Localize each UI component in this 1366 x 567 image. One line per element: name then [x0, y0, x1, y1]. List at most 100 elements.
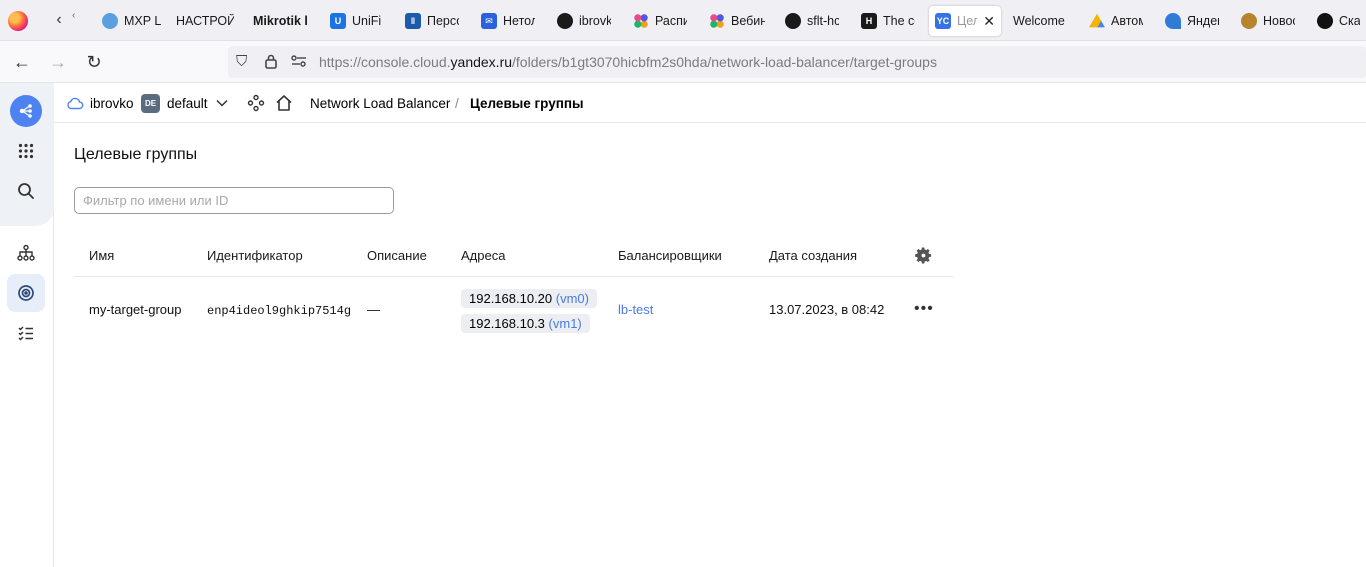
cell-name[interactable]: my-target-group [89, 302, 181, 317]
tab-label: Персо [427, 14, 459, 28]
tab-label: Нетол [503, 14, 535, 28]
tab-label: Распи [655, 14, 687, 28]
tab-label: Автом [1111, 14, 1143, 28]
all-services-grid-icon[interactable] [7, 132, 45, 170]
address-vm-link[interactable]: (vm0) [556, 291, 589, 306]
tab-label: MXP L [124, 14, 162, 28]
column-header-addresses[interactable]: Адреса [461, 236, 505, 276]
forward-arrow-icon[interactable]: → [46, 50, 70, 74]
tab-label: Новос [1263, 14, 1295, 28]
column-header-balancers[interactable]: Балансировщики [618, 236, 722, 276]
browser-tab[interactable]: Mikrotik l [247, 6, 313, 36]
eagle-icon [1241, 13, 1257, 29]
url-prefix: https://console.cloud. [319, 54, 451, 70]
tab-scroll-left-icon[interactable]: ‹ [48, 8, 70, 32]
network-topology-icon[interactable] [7, 234, 45, 272]
home-icon[interactable] [275, 83, 293, 123]
chevron-down-icon [216, 99, 228, 107]
tab-label: Яндек [1187, 14, 1219, 28]
back-arrow-icon[interactable]: ← [10, 50, 34, 74]
tab-label: НАСТРОЙ [176, 14, 234, 28]
browser-tab[interactable]: Яндек [1159, 6, 1225, 36]
checklist-icon[interactable] [7, 314, 45, 352]
firefox-icon[interactable] [8, 11, 28, 31]
breadcrumb-current: Целевые группы [470, 95, 584, 111]
browser-toolbar: ← → ↻ ⛉ https://console.cloud.yandex.ru/… [0, 41, 1366, 83]
column-header-name[interactable]: Имя [89, 236, 114, 276]
service-hub-icon[interactable] [247, 83, 265, 123]
cloud-icon [67, 97, 84, 110]
search-icon[interactable] [7, 172, 45, 210]
unifi-icon: U [330, 13, 346, 29]
column-header-created[interactable]: Дата создания [769, 236, 857, 276]
reload-icon[interactable]: ↻ [82, 50, 106, 74]
page-title: Целевые группы [74, 146, 198, 163]
gdrive-icon [1089, 13, 1105, 28]
table-settings-gear-icon[interactable] [914, 236, 933, 276]
header-divider [74, 276, 954, 277]
tab-label: Mikrotik l [253, 14, 307, 28]
yandex-icon [1165, 13, 1181, 29]
console-header: ibrovko DE default Network Load Balancer… [54, 83, 1366, 123]
url-bar[interactable]: ⛉ https://console.cloud.yandex.ru/folder… [228, 46, 1366, 78]
browser-tab-active[interactable]: YC Цел ✕ [929, 6, 1001, 36]
address-chip: 192.168.10.3 (vm1) [461, 314, 590, 333]
cell-balancer-link[interactable]: lb-test [618, 302, 653, 317]
breadcrumb-service-link[interactable]: Network Load Balancer [310, 83, 450, 123]
browser-tab[interactable]: ✉ Нетол [475, 6, 541, 36]
browser-tab[interactable]: НАСТРОЙ [170, 6, 240, 36]
cloud-name: ibrovko [90, 95, 134, 111]
address-vm-link[interactable]: (vm1) [549, 316, 582, 331]
folder-name: default [167, 95, 208, 111]
yc-icon: YC [935, 13, 951, 29]
tab-label: Цел [957, 14, 978, 28]
row-actions-ellipsis-icon[interactable]: ••• [914, 300, 934, 318]
browser-tab[interactable]: Новос [1235, 6, 1301, 36]
wave-icon: ‖ [405, 13, 421, 29]
url-text[interactable]: https://console.cloud.yandex.ru/folders/… [319, 54, 937, 70]
breadcrumb-separator: / [455, 95, 459, 111]
tab-label: The co [883, 14, 915, 28]
shield-icon[interactable]: ⛉ [236, 53, 247, 70]
url-domain: yandex.ru [450, 54, 513, 70]
address-ip: 192.168.10.20 [469, 291, 553, 306]
url-path: /folders/b1gt3070hicbfm2s0hda/network-lo… [512, 54, 937, 70]
browser-tab[interactable]: Распи [627, 6, 693, 36]
permissions-icon[interactable] [290, 53, 308, 73]
filter-input[interactable] [74, 187, 394, 214]
tab-label: UniFi l [352, 14, 384, 28]
browser-tab[interactable]: Скача [1311, 6, 1366, 36]
cloud-selector[interactable]: ibrovko [66, 83, 134, 123]
dots-icon [633, 13, 649, 29]
cloud-console-logo-icon[interactable] [10, 95, 42, 127]
browser-tab[interactable]: ibrovk [551, 6, 617, 36]
browser-tab[interactable]: H The co [855, 6, 921, 36]
folder-selector[interactable]: DE default [141, 83, 228, 123]
browser-tab-strip: ‹ ‹ MXP L НАСТРОЙ Mikrotik l U UniFi l ‖… [0, 0, 1366, 41]
github-icon [785, 13, 801, 29]
kali-icon [1317, 13, 1333, 29]
github-icon [557, 13, 573, 29]
lock-icon[interactable] [264, 53, 278, 73]
browser-tab[interactable]: Автом [1083, 6, 1149, 36]
tab-label: sflt-hc [807, 14, 839, 28]
tab-label: Welcome t [1013, 14, 1067, 28]
browser-tab[interactable]: sflt-hc [779, 6, 845, 36]
tab-label: Вебин [731, 14, 765, 28]
browser-tab[interactable]: Вебин [703, 6, 771, 36]
column-header-description[interactable]: Описание [367, 236, 427, 276]
console-left-rail [0, 83, 54, 567]
address-ip: 192.168.10.3 [469, 316, 545, 331]
address-chip: 192.168.10.20 (vm0) [461, 289, 597, 308]
browser-tab[interactable]: Welcome t [1007, 6, 1073, 36]
target-groups-nav-icon[interactable] [7, 274, 45, 312]
cell-description: — [367, 302, 380, 317]
cell-id[interactable]: enp4ideol9ghkip7514g [207, 304, 351, 318]
browser-tab[interactable]: U UniFi l [324, 6, 390, 36]
tab-label: Скача [1339, 14, 1360, 28]
column-header-id[interactable]: Идентификатор [207, 236, 303, 276]
browser-tab[interactable]: MXP L [96, 6, 168, 36]
browser-tab[interactable]: ‖ Персо [399, 6, 465, 36]
tab-label: ibrovk [579, 14, 611, 28]
close-tab-icon[interactable]: ✕ [983, 13, 995, 30]
